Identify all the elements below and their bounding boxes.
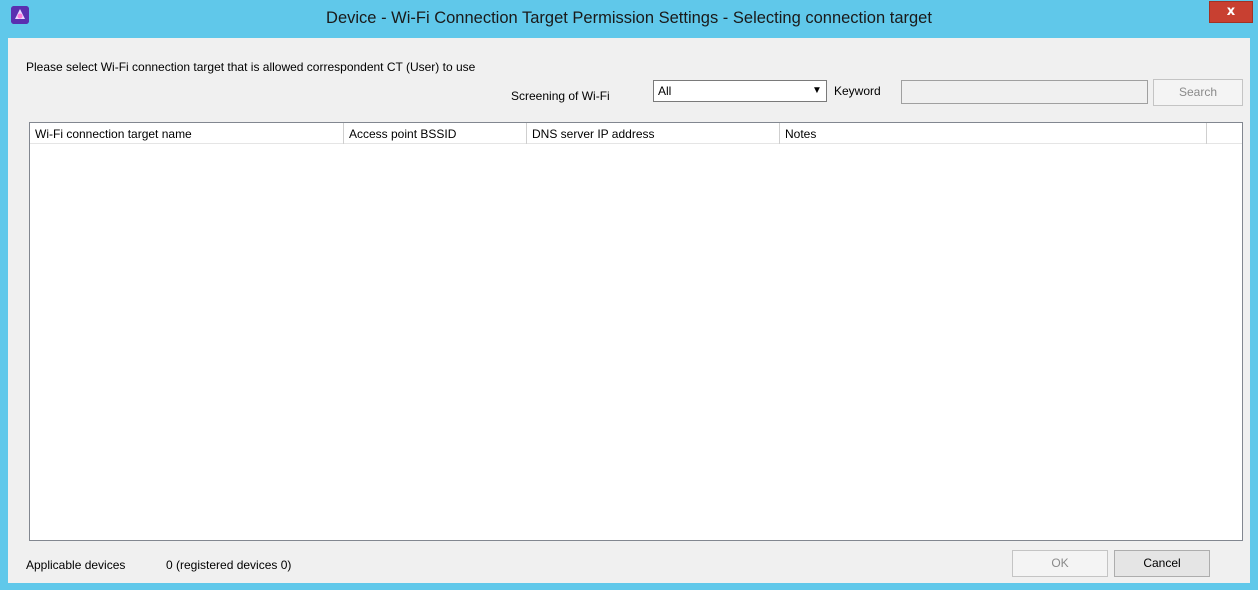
column-header-notes[interactable]: Notes bbox=[780, 123, 1207, 144]
dialog-content: Please select Wi-Fi connection target th… bbox=[8, 38, 1250, 583]
connection-target-list[interactable]: Wi-Fi connection target name Access poin… bbox=[29, 122, 1243, 541]
screening-label: Screening of Wi-Fi bbox=[511, 89, 610, 103]
screening-value: All bbox=[658, 84, 672, 98]
column-header-bssid[interactable]: Access point BSSID bbox=[344, 123, 527, 144]
close-button[interactable]: x bbox=[1209, 1, 1253, 23]
keyword-input[interactable] bbox=[901, 80, 1148, 104]
title-bar[interactable]: Device - Wi-Fi Connection Target Permiss… bbox=[0, 0, 1258, 38]
applicable-devices-count: 0 (registered devices 0) bbox=[166, 558, 292, 572]
keyword-label: Keyword bbox=[834, 84, 881, 98]
applicable-devices-label: Applicable devices bbox=[26, 558, 126, 572]
screening-dropdown[interactable]: All ▼ bbox=[653, 80, 827, 102]
list-header: Wi-Fi connection target name Access poin… bbox=[30, 123, 1242, 144]
ok-button[interactable]: OK bbox=[1012, 550, 1108, 577]
column-header-extra[interactable] bbox=[1207, 123, 1231, 144]
column-header-target-name[interactable]: Wi-Fi connection target name bbox=[30, 123, 344, 144]
dialog-window: Device - Wi-Fi Connection Target Permiss… bbox=[0, 0, 1258, 590]
column-header-dns[interactable]: DNS server IP address bbox=[527, 123, 780, 144]
window-title: Device - Wi-Fi Connection Target Permiss… bbox=[326, 9, 932, 27]
chevron-down-icon[interactable]: ▼ bbox=[810, 83, 824, 99]
cancel-button[interactable]: Cancel bbox=[1114, 550, 1210, 577]
instruction-text: Please select Wi-Fi connection target th… bbox=[26, 60, 476, 74]
search-button[interactable]: Search bbox=[1153, 79, 1243, 106]
